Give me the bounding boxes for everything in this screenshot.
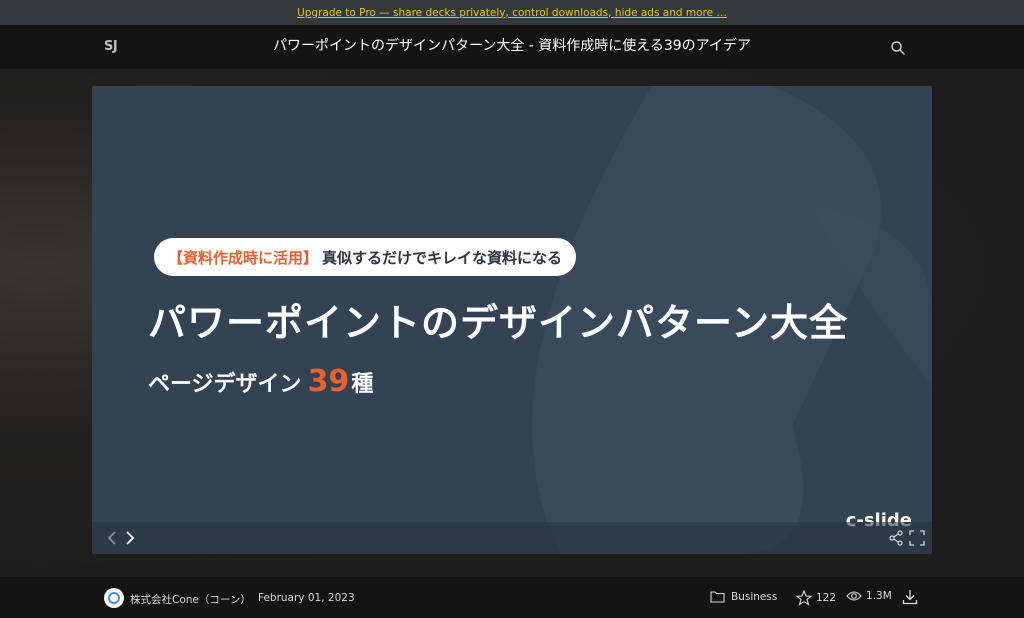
top-bar: SJ パワーポイントのデザインパターン大全 - 資料作成時に使える39のアイデア — [0, 25, 1024, 69]
subtitle-number: 39 — [307, 364, 350, 399]
eye-icon — [846, 591, 862, 601]
slide-viewer[interactable]: 【資料作成時に活用】 真似するだけでキレイな資料になる パワーポイントのデザイン… — [92, 86, 932, 554]
slide-subtitle: ページデザイン 39 種 — [148, 364, 373, 399]
slide-main-title: パワーポイントのデザインパターン大全 — [148, 301, 849, 345]
folder-icon — [710, 591, 725, 603]
upgrade-link[interactable]: Upgrade to Pro — share decks privately, … — [297, 7, 727, 19]
star-count: 122 — [816, 592, 837, 604]
category-link[interactable]: Business — [710, 590, 777, 603]
slide-controls — [92, 522, 932, 554]
view-count: 1.3M — [846, 590, 892, 602]
subtitle-suffix: 種 — [351, 372, 374, 397]
prev-icon[interactable] — [106, 530, 118, 546]
download-icon[interactable] — [902, 589, 918, 605]
next-icon[interactable] — [124, 530, 136, 546]
fullscreen-icon[interactable] — [909, 530, 925, 546]
subtitle-prefix: ページデザイン — [148, 372, 302, 397]
slide-pill: 【資料作成時に活用】 真似するだけでキレイな資料になる — [154, 238, 577, 276]
deck-title: パワーポイントのデザインパターン大全 - 資料作成時に使える39のアイデア — [273, 38, 751, 54]
pill-accent-text: 【資料作成時に活用】 — [168, 248, 319, 267]
search-icon[interactable] — [890, 40, 906, 56]
publish-date: February 01, 2023 — [258, 592, 355, 604]
author-name[interactable]: 株式会社Cone（コーン） — [130, 592, 251, 607]
star-icon — [796, 590, 812, 606]
promo-banner: Upgrade to Pro — share decks privately, … — [0, 0, 1024, 25]
category-label: Business — [731, 590, 778, 603]
avatar[interactable] — [104, 588, 124, 608]
star-button[interactable]: 122 — [796, 590, 836, 606]
views-label: 1.3M — [866, 590, 892, 602]
share-icon[interactable] — [888, 530, 904, 546]
pill-text: 真似するだけでキレイな資料になる — [322, 248, 563, 267]
site-logo[interactable]: SJ — [104, 39, 118, 54]
footer-bar: 株式会社Cone（コーン） February 01, 2023 Business… — [0, 577, 1024, 618]
